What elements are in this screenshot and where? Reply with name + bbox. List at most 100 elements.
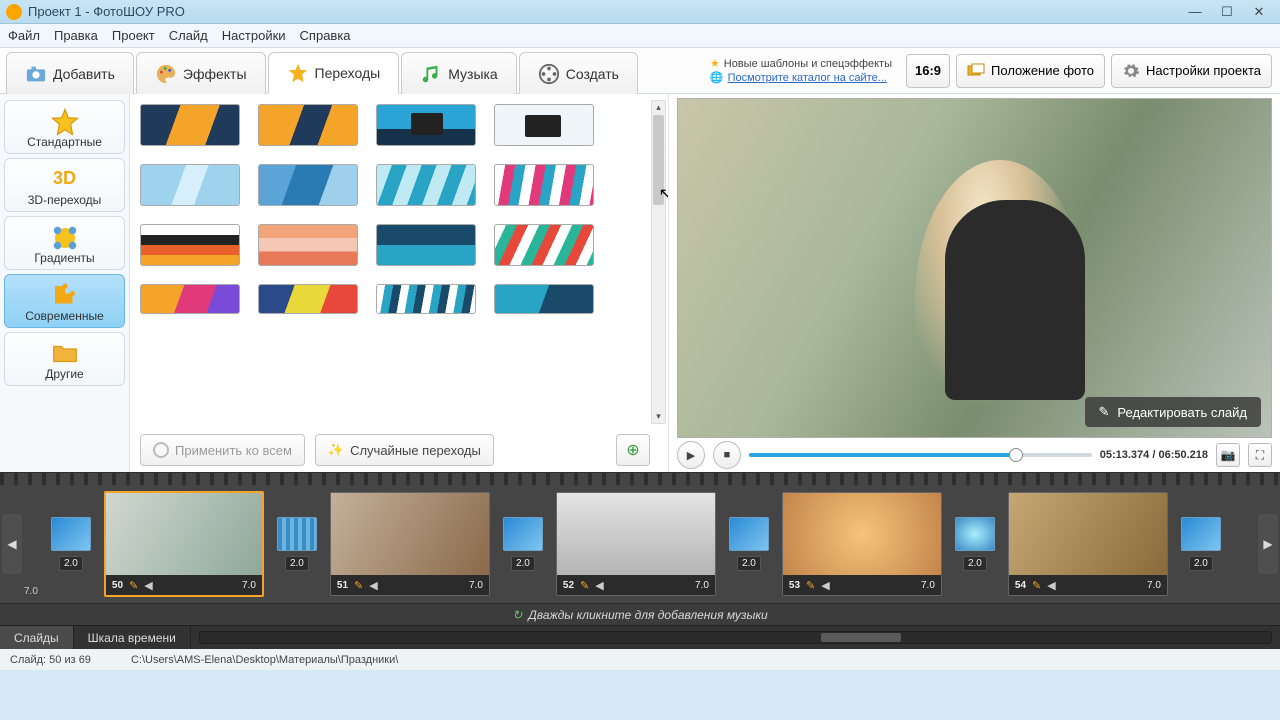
transition-thumb[interactable] [376, 284, 476, 314]
tab-add[interactable]: Добавить [6, 52, 134, 94]
timeline-slide[interactable]: 50✎◀7.0 [104, 491, 264, 597]
minimize-button[interactable]: — [1180, 3, 1210, 21]
tab-transitions[interactable]: Переходы [268, 52, 400, 94]
edit-icon[interactable]: ✎ [129, 579, 138, 592]
timeline-slide[interactable]: 53✎◀7.0 [782, 492, 942, 596]
maximize-button[interactable]: ☐ [1212, 3, 1242, 21]
scroll-up-icon[interactable]: ▴ [652, 101, 665, 114]
timeline-scroll-thumb[interactable] [821, 633, 901, 642]
transition-duration[interactable]: 2.0 [1189, 556, 1213, 571]
sound-icon[interactable]: ◀ [821, 579, 829, 592]
transition-duration[interactable]: 2.0 [511, 556, 535, 571]
menu-slide[interactable]: Слайд [169, 28, 208, 43]
transition-thumb[interactable] [494, 164, 594, 206]
timeline-tab-timescale[interactable]: Шкала времени [74, 626, 191, 649]
transition-thumb[interactable] [258, 224, 358, 266]
edit-icon[interactable]: ✎ [1032, 579, 1041, 592]
menu-edit[interactable]: Правка [54, 28, 98, 43]
timeline-slide[interactable]: 51✎◀7.0 [330, 492, 490, 596]
timeline-transition[interactable]: 2.0 [1176, 517, 1226, 571]
transition-thumb[interactable] [494, 284, 594, 314]
transition-thumb[interactable] [140, 164, 240, 206]
transition-thumb[interactable] [140, 224, 240, 266]
transition-duration[interactable]: 2.0 [963, 556, 987, 571]
slide-duration[interactable]: 7.0 [242, 580, 256, 591]
tab-create[interactable]: Создать [519, 52, 638, 94]
timeline-prev-button[interactable]: ◀ [2, 514, 22, 574]
cat-other[interactable]: Другие [4, 332, 125, 386]
apply-all-button[interactable]: Применить ко всем [140, 434, 305, 466]
timeline-next-button[interactable]: ▶ [1258, 514, 1278, 574]
transition-thumb[interactable] [140, 284, 240, 314]
promo-link[interactable]: Посмотрите каталог на сайте... [728, 71, 887, 85]
tab-music-label: Музыка [448, 66, 498, 82]
slide-duration[interactable]: 7.0 [469, 580, 483, 591]
transition-thumb[interactable] [376, 104, 476, 146]
sound-icon[interactable]: ◀ [595, 579, 603, 592]
timeline-transition[interactable]: 2.0 [272, 517, 322, 571]
edit-icon[interactable]: ✎ [580, 579, 589, 592]
scrollbar-thumb[interactable] [653, 115, 664, 205]
transition-thumb[interactable] [376, 224, 476, 266]
sound-icon[interactable]: ◀ [369, 579, 377, 592]
transition-thumb[interactable] [494, 224, 594, 266]
tab-music[interactable]: Музыка [401, 52, 517, 94]
timeline-tab-slides[interactable]: Слайды [0, 626, 74, 649]
transition-thumb[interactable] [140, 104, 240, 146]
edit-icon[interactable]: ✎ [806, 579, 815, 592]
seek-slider[interactable] [749, 453, 1092, 457]
slide-duration[interactable]: 7.0 [695, 580, 709, 591]
edit-icon[interactable]: ✎ [354, 579, 363, 592]
slide-duration[interactable]: 7.0 [1147, 580, 1161, 591]
titlebar: Проект 1 - ФотоШОУ PRO — ☐ ✕ [0, 0, 1280, 24]
cat-standard[interactable]: Стандартные [4, 100, 125, 154]
edit-slide-label: Редактировать слайд [1117, 405, 1247, 420]
cat-3d[interactable]: 3D 3D-переходы [4, 158, 125, 212]
timeline-slide[interactable]: 52✎◀7.0 [556, 492, 716, 596]
preview-image[interactable]: ✎ Редактировать слайд [677, 98, 1272, 438]
transition-thumb[interactable] [258, 164, 358, 206]
project-settings-button[interactable]: Настройки проекта [1111, 54, 1272, 88]
play-button[interactable]: ▶ [677, 441, 705, 469]
add-transition-button[interactable]: ⊕ [616, 434, 650, 466]
music-track[interactable]: ↻ Дважды кликните для добавления музыки [0, 603, 1280, 625]
transition-thumb[interactable] [258, 284, 358, 314]
close-button[interactable]: ✕ [1244, 3, 1274, 21]
transition-thumb[interactable] [376, 164, 476, 206]
edit-slide-button[interactable]: ✎ Редактировать слайд [1085, 397, 1261, 427]
timeline-transition[interactable]: 2.0 [498, 517, 548, 571]
transitions-scrollbar[interactable]: ▴ ▾ [651, 100, 666, 424]
slide-duration[interactable]: 7.0 [921, 580, 935, 591]
transition-duration[interactable]: 2.0 [59, 556, 83, 571]
timeline-transition[interactable]: 2.0 [724, 517, 774, 571]
scroll-down-icon[interactable]: ▾ [652, 410, 665, 423]
photo-layout-button[interactable]: Положение фото [956, 54, 1105, 88]
menu-project[interactable]: Проект [112, 28, 155, 43]
tab-effects[interactable]: Эффекты [136, 52, 266, 94]
seek-knob[interactable] [1009, 448, 1023, 462]
timeline-scrollbar[interactable] [199, 631, 1272, 644]
random-transitions-button[interactable]: ✨ Случайные переходы [315, 434, 494, 466]
fullscreen-button[interactable]: ⛶ [1248, 443, 1272, 467]
sound-icon[interactable]: ◀ [144, 579, 152, 592]
transition-duration[interactable]: 2.0 [285, 556, 309, 571]
stop-button[interactable]: ■ [713, 441, 741, 469]
statusbar: Слайд: 50 из 69 C:\Users\AMS-Elena\Deskt… [0, 648, 1280, 670]
menu-file[interactable]: Файл [8, 28, 40, 43]
cat-modern[interactable]: Современные [4, 274, 125, 328]
timeline-slide[interactable]: 54✎◀7.0 [1008, 492, 1168, 596]
transition-duration[interactable]: 2.0 [737, 556, 761, 571]
sound-icon[interactable]: ◀ [1047, 579, 1055, 592]
snapshot-button[interactable]: 📷 [1216, 443, 1240, 467]
globe-icon: 🌐 [710, 71, 724, 85]
timeline-transition[interactable]: 2.0 [46, 517, 96, 571]
menu-help[interactable]: Справка [300, 28, 351, 43]
menu-settings[interactable]: Настройки [222, 28, 286, 43]
aspect-ratio-button[interactable]: 16:9 [906, 54, 950, 88]
gear-icon [1122, 62, 1140, 80]
transition-thumb[interactable] [258, 104, 358, 146]
cat-gradients[interactable]: Градиенты [4, 216, 125, 270]
timeline-transition[interactable]: 2.0 [950, 517, 1000, 571]
timeline-strip[interactable]: ◀ 7.0 2.0 50✎◀7.0 2.0 51✎◀7.0 2.0 52✎◀7.… [0, 485, 1280, 603]
transition-thumb[interactable] [494, 104, 594, 146]
